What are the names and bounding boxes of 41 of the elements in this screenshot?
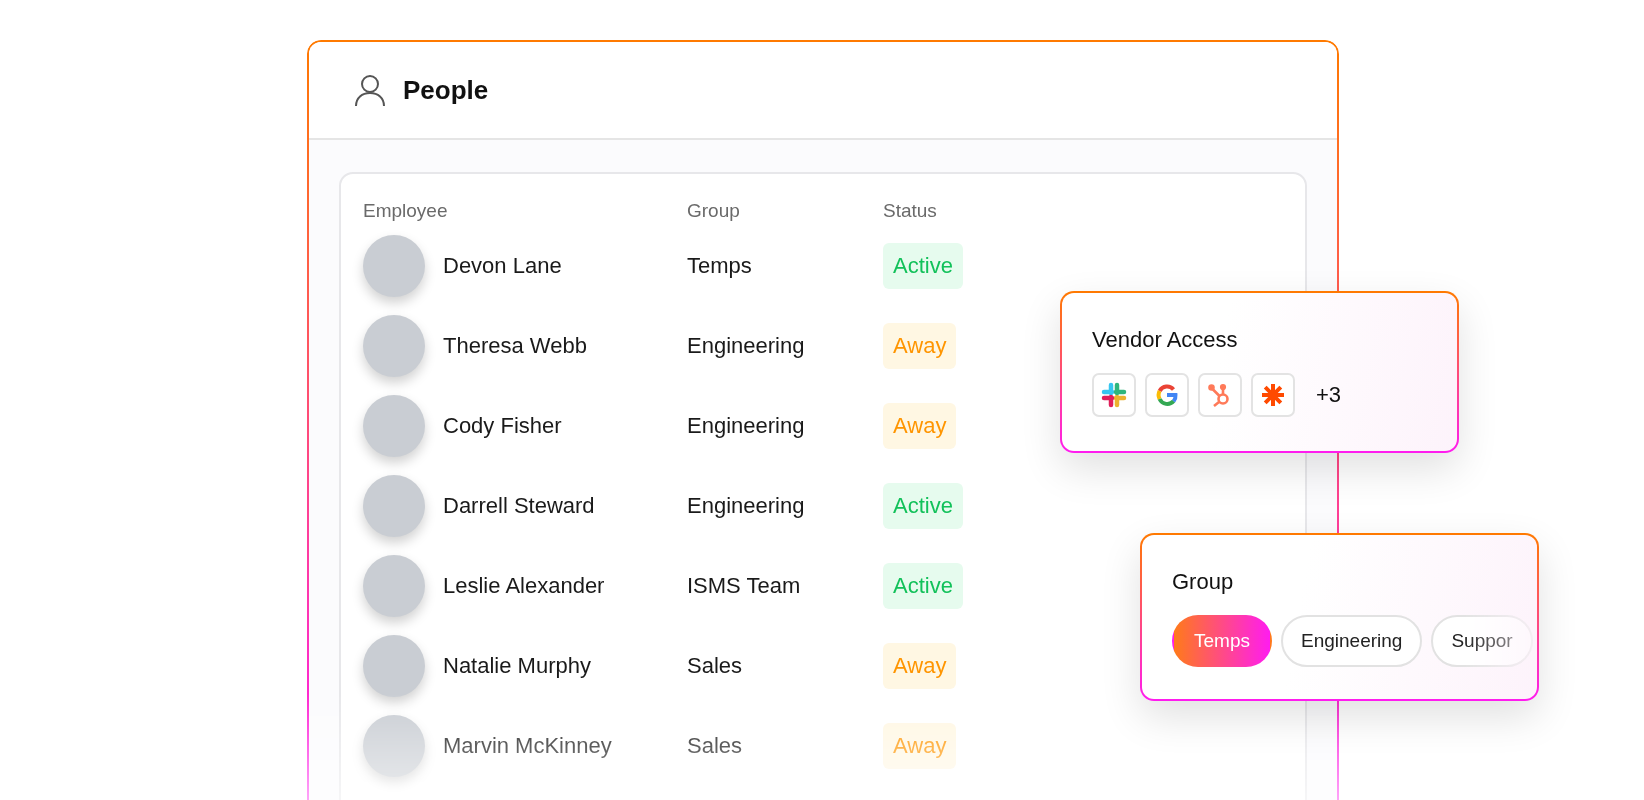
status-badge: Away bbox=[883, 403, 957, 449]
group-name: Engineering bbox=[687, 493, 805, 519]
more-count: +3 bbox=[1316, 382, 1342, 408]
g-logo-icon bbox=[1156, 384, 1178, 406]
employee-name: Leslie Alexander bbox=[443, 573, 605, 599]
status-badge: Active bbox=[883, 483, 963, 529]
group-name: Engineering bbox=[687, 333, 805, 359]
hash-logo-icon bbox=[1101, 382, 1127, 408]
column-header: Group bbox=[687, 199, 741, 223]
avatar-placeholder bbox=[363, 235, 425, 297]
avatar-placeholder bbox=[363, 635, 425, 697]
group-name: Temps bbox=[687, 253, 752, 279]
avatar-placeholder bbox=[363, 395, 425, 457]
avatar-placeholder bbox=[363, 715, 425, 777]
column-header: Employee bbox=[363, 199, 449, 223]
status-badge: Active bbox=[883, 563, 963, 609]
group-name: ISMS Team bbox=[687, 573, 801, 599]
employee-name: Natalie Murphy bbox=[443, 653, 591, 679]
card-title: Group bbox=[1172, 569, 1234, 595]
employee-name: Darrell Steward bbox=[443, 493, 595, 519]
status-badge: Active bbox=[883, 243, 963, 289]
employee-name: Cody Fisher bbox=[443, 413, 562, 439]
group-name: Sales bbox=[687, 653, 743, 679]
window-title: People bbox=[403, 74, 489, 106]
status-badge: Away bbox=[883, 323, 957, 369]
avatar-placeholder bbox=[363, 315, 425, 377]
employee-name: Marvin McKinney bbox=[443, 733, 612, 759]
person-icon bbox=[353, 73, 387, 107]
employee-name: Devon Lane bbox=[443, 253, 562, 279]
avatar-placeholder bbox=[363, 475, 425, 537]
employee-name: Theresa Webb bbox=[443, 333, 587, 359]
status-badge: Away bbox=[883, 723, 957, 769]
group-chip[interactable]: Engineering bbox=[1280, 615, 1423, 667]
column-header: Status bbox=[883, 199, 938, 223]
asterisk-icon bbox=[1261, 383, 1285, 407]
group-chip[interactable]: Suppor bbox=[1431, 615, 1533, 667]
status-badge: Away bbox=[883, 643, 957, 689]
avatar-placeholder bbox=[363, 555, 425, 617]
group-name: Sales bbox=[687, 733, 743, 759]
card-title: Vendor Access bbox=[1092, 327, 1238, 353]
group-name: Engineering bbox=[687, 413, 805, 439]
